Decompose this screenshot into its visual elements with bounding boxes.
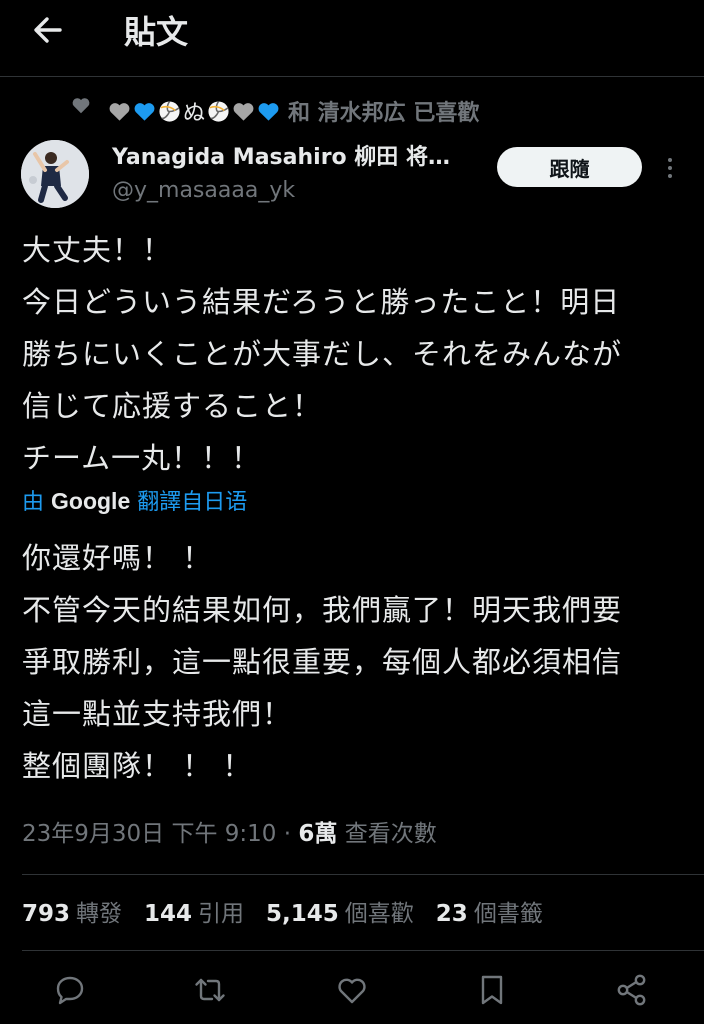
- retweet-label[interactable]: 轉發: [76, 896, 122, 932]
- like-icon[interactable]: [334, 972, 370, 1008]
- grey-heart-emoji-icon: [233, 102, 254, 121]
- reply-icon[interactable]: [52, 972, 88, 1008]
- tweet-line: 大丈夫！！: [22, 233, 173, 267]
- retweet-count[interactable]: 793: [22, 896, 70, 932]
- volleyball-emoji-icon: [159, 100, 180, 122]
- back-arrow-icon[interactable]: [28, 10, 68, 50]
- translated-text: 你還好嗎！ ！ 不管今天的結果如何，我們贏了！明天我們要 爭取勝利，這一點很重要…: [22, 532, 692, 792]
- author-avatar[interactable]: [21, 140, 89, 208]
- translated-line: 整個團隊！ ！ ！: [22, 749, 253, 783]
- translated-line: 這一點並支持我們！: [22, 697, 293, 731]
- tweet-datetime[interactable]: 23年9月30日 下午 9:10: [22, 821, 276, 847]
- follow-button[interactable]: 跟隨: [497, 147, 642, 187]
- share-icon[interactable]: [614, 972, 650, 1008]
- bookmark-icon[interactable]: [474, 972, 510, 1008]
- tweet-meta: 23年9月30日 下午 9:10 · 6萬 查看次數: [22, 816, 437, 852]
- header-divider: [0, 76, 704, 77]
- quote-count[interactable]: 144: [144, 896, 192, 932]
- page-title: 貼文: [124, 13, 189, 51]
- bookmark-label[interactable]: 個書籤: [474, 896, 543, 932]
- volleyball-emoji-icon: [208, 100, 229, 122]
- views-count: 6萬: [298, 821, 338, 847]
- author-name[interactable]: Yanagida Masahiro 柳田 将…: [112, 142, 450, 174]
- tweet-line: チーム一丸！！！: [22, 441, 262, 475]
- blue-heart-emoji-icon: [258, 102, 279, 121]
- tweet-line: 今日どういう結果だろうと勝ったこと！明日: [22, 285, 621, 319]
- tweet-stats: 793 轉發 144 引用 5,145 個喜歡 23 個書籤: [22, 896, 565, 932]
- meta-separator: ·: [283, 821, 292, 847]
- social-context-text: 和 清水邦広 已喜歡: [288, 101, 480, 126]
- more-options-icon[interactable]: [660, 156, 680, 180]
- grey-heart-emoji-icon: [109, 102, 130, 121]
- blue-heart-emoji-icon: [134, 102, 155, 121]
- translation-prefix: 由: [22, 490, 45, 515]
- tweet-line: 信じて応援すること！: [22, 389, 323, 423]
- social-context[interactable]: ぬ 和 清水邦広 已喜歡: [108, 96, 479, 126]
- translation-source: 翻譯自日语: [137, 490, 248, 515]
- like-count[interactable]: 5,145: [266, 896, 339, 932]
- like-label[interactable]: 個喜歡: [345, 896, 414, 932]
- bookmark-count[interactable]: 23: [436, 896, 468, 932]
- tweet-line: 勝ちにいくことが大事だし、それをみんなが: [22, 337, 623, 371]
- translated-line: 爭取勝利，這一點很重要，每個人都必須相信: [22, 645, 623, 679]
- quote-label[interactable]: 引用: [198, 896, 244, 932]
- retweet-icon[interactable]: [192, 972, 228, 1008]
- tweet-text: 大丈夫！！ 今日どういう結果だろうと勝ったこと！明日 勝ちにいくことが大事だし、…: [22, 224, 692, 484]
- translated-line: 不管今天的結果如何，我們贏了！明天我們要: [22, 593, 623, 627]
- translation-attribution[interactable]: 由 Google 翻譯自日语: [22, 484, 247, 520]
- liked-by-heart-icon: [72, 98, 90, 114]
- translated-line: 你還好嗎！ ！: [22, 541, 213, 575]
- views-label: 查看次數: [344, 821, 437, 847]
- google-logo: Google: [51, 488, 131, 514]
- stats-divider-bottom: [22, 950, 704, 951]
- author-handle[interactable]: @y_masaaaa_yk: [112, 176, 295, 206]
- nu-character: ぬ: [183, 101, 206, 126]
- stats-divider-top: [22, 874, 704, 875]
- avatar-image: [21, 140, 89, 208]
